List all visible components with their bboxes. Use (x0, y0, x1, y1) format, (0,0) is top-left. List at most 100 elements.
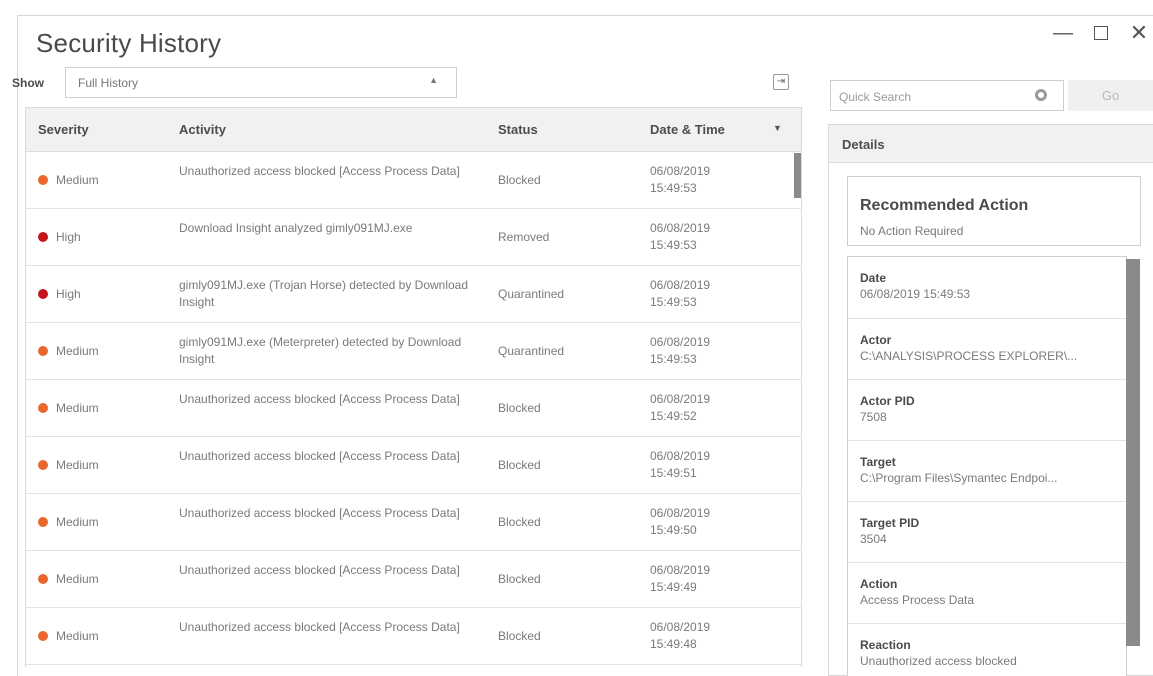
date-text: 06/08/2019 (650, 335, 711, 349)
severity-dot-icon (38, 175, 48, 185)
table-row[interactable]: Medium gimly091MJ.exe (Meterpreter) detec… (26, 323, 801, 380)
detail-field-value: Unauthorized access blocked (860, 654, 1017, 668)
time-text: 15:49:51 (650, 466, 697, 480)
activity-cell: Unauthorized access blocked [Access Proc… (179, 164, 460, 178)
severity-label: Medium (56, 629, 99, 643)
recommended-action-box: Recommended Action No Action Required (847, 176, 1141, 246)
activity-cell: Unauthorized access blocked [Access Proc… (179, 563, 460, 577)
column-severity[interactable]: Severity (38, 122, 89, 137)
quick-search-placeholder: Quick Search (839, 90, 912, 104)
datetime-cell: 06/08/2019 15:49:48 (650, 619, 710, 653)
severity-cell: Medium (38, 173, 99, 187)
detail-field-label: Target PID (860, 516, 920, 530)
table-row[interactable]: High Download Insight analyzed gimly091MJ… (26, 209, 801, 266)
detail-field-value: 7508 (860, 410, 887, 424)
column-activity[interactable]: Activity (179, 122, 226, 137)
details-header: Details (829, 125, 1153, 163)
status-cell: Blocked (498, 458, 541, 472)
window-controls: — ✕ (1051, 22, 1151, 46)
table-row[interactable]: High gimly091MJ.exe (Trojan Horse) detect… (26, 266, 801, 323)
table-row[interactable]: Medium Unauthorized access blocked [Acces… (26, 551, 801, 608)
severity-label: Medium (56, 572, 99, 586)
detail-field: Date 06/08/2019 15:49:53 (848, 257, 1126, 319)
activity-cell: gimly091MJ.exe (Meterpreter) detected by… (179, 335, 462, 366)
table-row[interactable]: Medium Unauthorized access blocked [Acces… (26, 152, 801, 209)
detail-fields: Date 06/08/2019 15:49:53 Actor C:\ANALYSIS\… (847, 256, 1127, 676)
severity-dot-icon (38, 289, 48, 299)
close-icon: ✕ (1129, 20, 1149, 45)
severity-label: Medium (56, 458, 99, 472)
time-text: 15:49:53 (650, 181, 697, 195)
status-cell: Blocked (498, 401, 541, 415)
datetime-cell: 06/08/2019 15:49:53 (650, 277, 710, 311)
status-cell: Blocked (498, 515, 541, 529)
time-text: 15:49:49 (650, 580, 697, 594)
close-button[interactable]: ✕ (1127, 22, 1151, 46)
severity-label: High (56, 287, 81, 301)
column-status[interactable]: Status (498, 122, 538, 137)
history-filter-select[interactable]: Full History ▲ (65, 67, 457, 98)
activity-cell: Unauthorized access blocked [Access Proc… (179, 449, 460, 463)
detail-field: Action Access Process Data (848, 563, 1126, 624)
severity-dot-icon (38, 574, 48, 584)
activity-cell: Unauthorized access blocked [Access Proc… (179, 392, 460, 406)
datetime-cell: 06/08/2019 15:49:53 (650, 220, 710, 254)
datetime-cell: 06/08/2019 15:49:52 (650, 391, 710, 425)
detail-field-label: Date (860, 271, 887, 285)
table-scrollbar-thumb[interactable] (794, 153, 801, 198)
date-text: 06/08/2019 (650, 392, 711, 406)
time-text: 15:49:52 (650, 409, 697, 423)
severity-cell: High (38, 287, 81, 301)
activity-cell: Download Insight analyzed gimly091MJ.exe (179, 221, 413, 235)
date-text: 06/08/2019 (650, 278, 711, 292)
export-button[interactable]: ⇥ (773, 74, 789, 90)
search-icon[interactable] (1035, 89, 1047, 101)
date-text: 06/08/2019 (650, 164, 711, 178)
detail-field-label: Action (860, 577, 898, 591)
sort-descending-icon[interactable]: ▼ (773, 123, 782, 133)
maximize-button[interactable] (1089, 22, 1113, 46)
severity-cell: Medium (38, 458, 99, 472)
time-text: 15:49:48 (650, 637, 697, 651)
date-text: 06/08/2019 (650, 449, 711, 463)
detail-field-value: Access Process Data (860, 593, 975, 607)
status-cell: Blocked (498, 173, 541, 187)
detail-field-value: C:\ANALYSIS\PROCESS EXPLORER\... (860, 349, 1078, 363)
show-label: Show (12, 76, 44, 90)
detail-field-value: C:\Program Files\Symantec Endpoi... (860, 471, 1058, 485)
time-text: 15:49:53 (650, 352, 697, 366)
column-date-time[interactable]: Date & Time (650, 122, 725, 137)
time-text: 15:49:53 (650, 238, 697, 252)
quick-search-input[interactable]: Quick Search (830, 80, 1064, 111)
go-button[interactable]: Go (1068, 80, 1153, 111)
date-text: 06/08/2019 (650, 221, 711, 235)
severity-cell: Medium (38, 344, 99, 358)
datetime-cell: 06/08/2019 15:49:49 (650, 562, 710, 596)
table-row[interactable]: Medium Unauthorized access blocked [Acces… (26, 437, 801, 494)
page-title: Security History (36, 28, 222, 58)
time-text: 15:49:50 (650, 523, 697, 537)
severity-dot-icon (38, 346, 48, 356)
datetime-cell: 06/08/2019 15:49:51 (650, 448, 710, 482)
export-icon: ⇥ (776, 76, 786, 87)
date-text: 06/08/2019 (650, 620, 711, 634)
activity-cell: Unauthorized access blocked [Access Proc… (179, 506, 460, 520)
activity-cell: Unauthorized access blocked [Access Proc… (179, 620, 460, 634)
table-header: Severity Activity Status Date & Time ▼ (26, 108, 801, 152)
table-row[interactable]: Medium Unauthorized access blocked [Acces… (26, 380, 801, 437)
table-row[interactable]: Medium Unauthorized access blocked [Acces… (26, 494, 801, 551)
detail-field: Target PID 3504 (848, 502, 1126, 563)
severity-cell: Medium (38, 515, 99, 529)
severity-label: Medium (56, 515, 99, 529)
severity-label: Medium (56, 344, 99, 358)
minimize-button[interactable]: — (1051, 22, 1075, 46)
datetime-cell: 06/08/2019 15:49:53 (650, 334, 710, 368)
detail-field-label: Target (860, 455, 896, 469)
severity-label: High (56, 230, 81, 244)
details-scrollbar-thumb[interactable] (1126, 259, 1140, 646)
table-row[interactable]: Medium Unauthorized access blocked [Acces… (26, 608, 801, 665)
recommended-action-value: No Action Required (860, 224, 964, 238)
details-panel: Details Recommended Action No Action Req… (828, 124, 1153, 676)
date-text: 06/08/2019 (650, 563, 711, 577)
recommended-action-title: Recommended Action (860, 197, 1029, 214)
